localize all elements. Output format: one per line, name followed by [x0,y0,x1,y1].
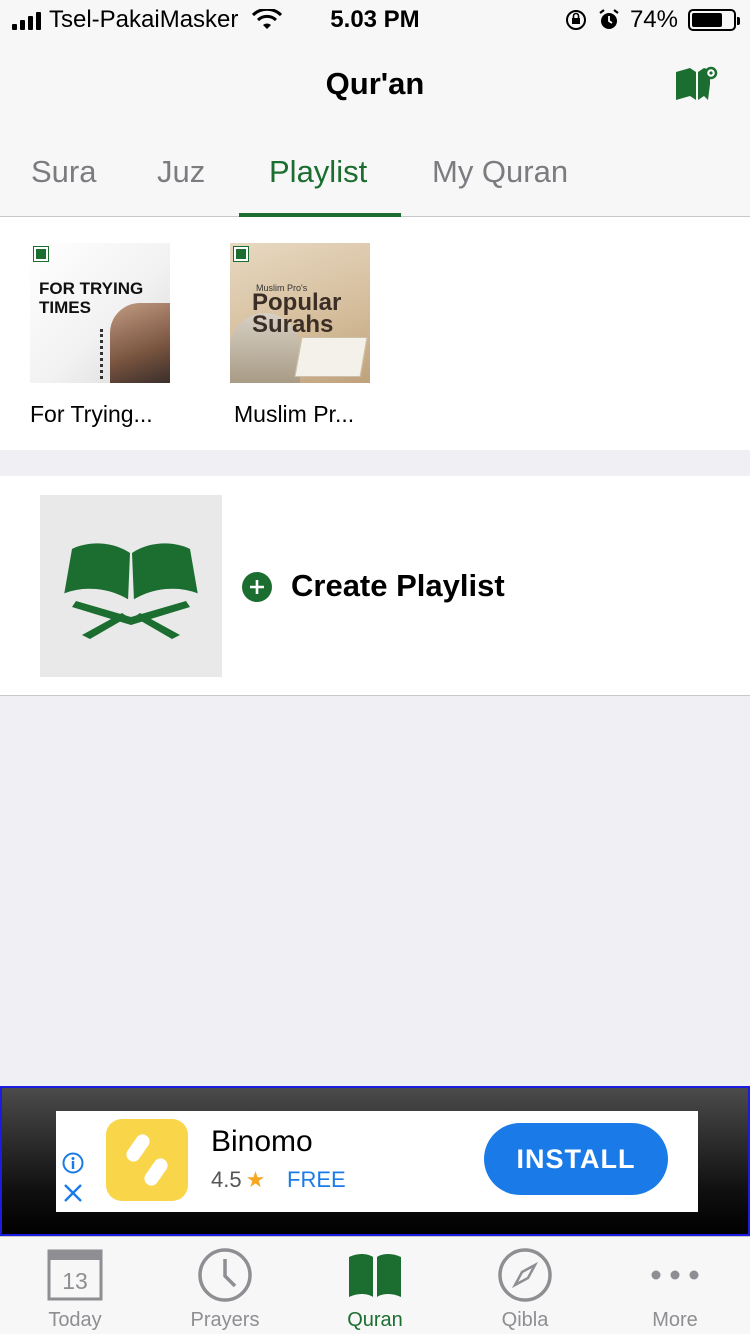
ad-rating: 4.5 ★ [211,1167,265,1193]
clock-icon [198,1248,252,1302]
book-icon [349,1254,401,1297]
install-button[interactable]: INSTALL [484,1123,668,1195]
tab-sura[interactable]: Sura [31,154,96,190]
star-icon: ★ [245,1167,266,1192]
muslim-pro-badge-icon [233,246,249,262]
orientation-lock-icon [565,10,586,30]
tab-playlist[interactable]: Playlist [269,154,367,190]
calendar-icon: 13 [47,1249,103,1301]
compass-icon [498,1248,552,1302]
page-title: Qur'an [325,66,425,101]
playlist-thumbnail: FOR TRYING TIMES [30,243,170,383]
book-settings-icon[interactable] [674,66,718,102]
thumbnail-title: FOR TRYING TIMES [39,279,144,317]
quran-stand-icon [63,543,199,639]
tabbar-item-quran[interactable]: Quran [300,1237,450,1334]
tabbar-label: More [652,1309,698,1331]
playlist-item[interactable]: Muslim Pro's Popular Surahs Muslim Pr... [230,243,390,428]
tabbar-item-more[interactable]: More [600,1237,750,1334]
battery-percent: 74% [629,6,678,33]
nav-bar: Qur'an [0,40,750,130]
info-icon[interactable] [62,1152,84,1174]
ad-price: FREE [287,1167,346,1192]
create-playlist-label[interactable]: Create Playlist [291,568,505,604]
ad-rating-value: 4.5 [211,1167,242,1192]
close-icon[interactable] [63,1183,83,1203]
segment-tabs: Sura Juz Playlist My Quran [0,130,750,217]
battery-icon [688,9,740,31]
create-playlist-thumbnail [40,495,222,677]
status-right: 74% [564,6,740,34]
create-playlist-row[interactable]: Create Playlist [0,476,750,696]
tabbar-label: Qibla [501,1309,549,1331]
status-bar: Tsel-PakaiMasker 5.03 PM 74% [0,0,750,40]
tabbar-item-prayers[interactable]: Prayers [150,1237,300,1334]
binomo-app-icon [106,1119,188,1201]
open-book-image [294,337,368,377]
add-circle-icon[interactable] [242,572,272,602]
tab-juz[interactable]: Juz [157,154,205,190]
tabbar-item-qibla[interactable]: Qibla [450,1237,600,1334]
playlist-caption: For Trying... [30,401,153,427]
tabbar-label: Today [48,1309,102,1331]
bottom-tab-bar: 13 Today Prayers Quran Qibla More [0,1236,750,1334]
muslim-pro-badge-icon [33,246,49,262]
thumbnail-title: Popular Surahs [252,289,342,338]
playlist-thumbnail: Muslim Pro's Popular Surahs [230,243,370,383]
ad-card[interactable]: Binomo 4.5 ★ FREE INSTALL [56,1111,698,1212]
more-icon [651,1270,699,1280]
tab-my-quran[interactable]: My Quran [432,154,568,190]
playlist-list: FOR TRYING TIMES For Trying... Muslim Pr… [0,217,750,450]
ad-app-name: Binomo [211,1125,313,1158]
tabbar-label: Prayers [190,1309,260,1331]
tabbar-label: Quran [347,1309,403,1331]
ad-banner: Binomo 4.5 ★ FREE INSTALL [0,1086,750,1236]
calendar-day: 13 [62,1268,88,1294]
playlist-caption: Muslim Pr... [234,401,355,427]
alarm-icon [599,9,619,29]
tabbar-item-today[interactable]: 13 Today [0,1237,150,1334]
playlist-item[interactable]: FOR TRYING TIMES For Trying... [30,243,190,428]
